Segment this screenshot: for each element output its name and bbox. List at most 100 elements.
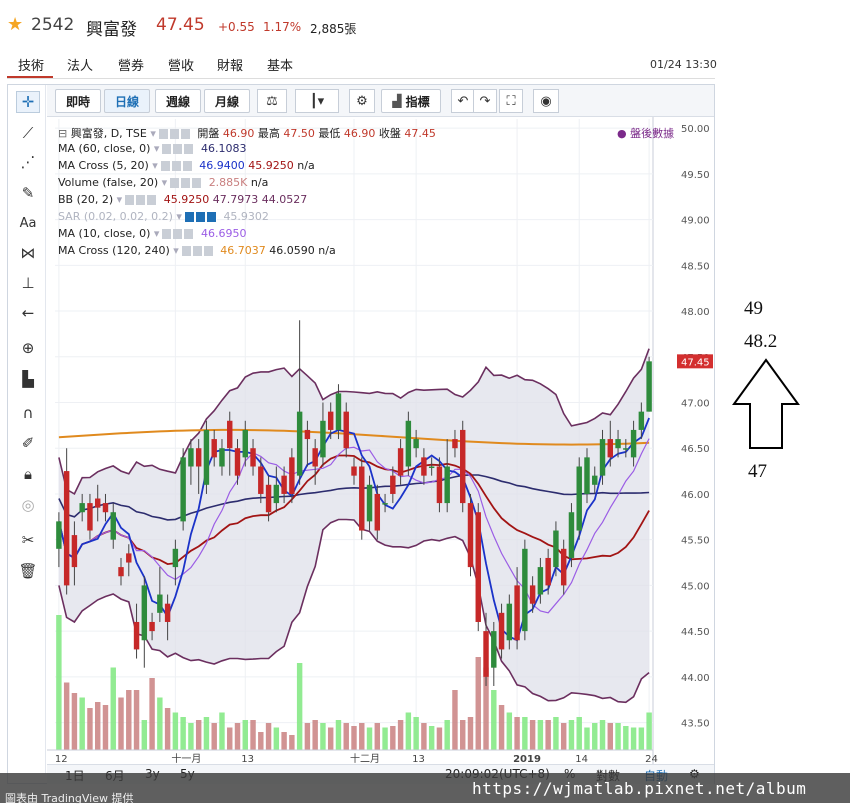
candle-body <box>211 439 217 458</box>
candle-body <box>366 484 373 522</box>
indicators-label: 指標 <box>405 94 430 109</box>
sar-label: SAR (0.02, 0.02, 0.2) <box>58 210 173 223</box>
candle-body <box>219 448 225 467</box>
price-tick-label: 44.00 <box>681 673 710 684</box>
fullscreen-icon[interactable]: ⛶ <box>499 89 523 113</box>
compare-icon[interactable]: ⚖ <box>257 89 287 113</box>
period-monthly-button[interactable]: 月線 <box>204 89 250 113</box>
candle <box>460 420 466 513</box>
ruler-icon[interactable]: ▙ <box>16 368 40 390</box>
candle-body <box>79 503 85 513</box>
legend-buttons[interactable] <box>170 178 203 188</box>
volume-bar <box>133 690 140 750</box>
indicators-icon: ▟ <box>392 94 402 108</box>
period-intraday-button[interactable]: 即時 <box>55 89 101 113</box>
candle <box>467 493 474 577</box>
undo-icon[interactable]: ↶ <box>451 89 475 113</box>
candle-body <box>638 411 645 430</box>
camera-icon[interactable]: ◉ <box>533 89 559 113</box>
volume-bar <box>576 717 582 750</box>
volume-bar <box>102 705 109 750</box>
after-hours-label[interactable]: ● 盤後數據 <box>617 125 674 141</box>
period-weekly-button[interactable]: 週線 <box>155 89 201 113</box>
candle-body <box>514 585 520 641</box>
legend-buttons[interactable] <box>184 212 217 222</box>
volume-bar <box>592 723 598 750</box>
trendline-icon[interactable]: ⟋ <box>16 122 40 144</box>
candle-body <box>452 439 458 449</box>
indicators-button[interactable]: ▟ 指標 <box>381 89 441 113</box>
candle-body <box>141 585 148 641</box>
candle-body <box>149 621 155 632</box>
pattern-icon[interactable]: ⋈ <box>16 242 40 264</box>
volume-bar <box>56 615 62 750</box>
candle-body <box>436 466 443 504</box>
candle-body <box>335 393 342 430</box>
legend-sar: SAR (0.02, 0.02, 0.2) ▾ 45.9302 <box>58 210 269 223</box>
magnet-icon[interactable]: ∩ <box>16 402 40 424</box>
legend-ma60: MA (60, close, 0) ▾ 46.1083 <box>58 142 247 155</box>
price-tick-label: 48.50 <box>681 261 710 272</box>
arrow-left-icon[interactable]: ← <box>16 302 40 324</box>
candle-style-icon[interactable]: ┃▾ <box>295 89 339 113</box>
legend-buttons[interactable] <box>181 246 214 256</box>
volume-bar <box>172 712 179 750</box>
volume-bar <box>273 727 280 750</box>
lock-draw-icon[interactable]: ✐ <box>16 432 40 454</box>
legend-collapse-icon[interactable]: ⊟ <box>58 127 67 140</box>
legend-buttons[interactable] <box>125 195 158 205</box>
drawing-toolbar: ✛ ⟋ ⋰ ✎ Aa ⋈ ⊥ ← ⊕ ▙ ∩ ✐ 🔒︎ ◎ ✂ 🗑︎ <box>8 85 46 773</box>
tab-revenue[interactable]: 營收 <box>168 55 194 74</box>
crosshair-icon[interactable]: ✛ <box>16 91 40 113</box>
fib-icon[interactable]: ⋰ <box>16 151 40 173</box>
favorite-star-icon[interactable]: ★ <box>7 14 23 35</box>
measure-icon[interactable]: ⊥ <box>16 272 40 294</box>
volume-bar <box>359 723 365 750</box>
volume-bar <box>79 697 85 750</box>
bb-label: BB (20, 2) <box>58 193 114 206</box>
candle-body <box>475 512 481 622</box>
lock-icon[interactable]: 🔒︎ <box>16 463 40 485</box>
legend-buttons[interactable] <box>162 229 195 239</box>
redo-icon[interactable]: ↷ <box>473 89 497 113</box>
candle <box>405 411 412 476</box>
open-value: 46.90 <box>222 127 255 140</box>
volume-bar <box>428 726 435 750</box>
brush-icon[interactable]: ✎ <box>16 182 40 204</box>
zoom-icon[interactable]: ⊕ <box>16 337 40 359</box>
legend-buttons[interactable] <box>158 129 191 139</box>
tab-technical[interactable]: 技術 <box>18 55 44 74</box>
candle-body <box>118 567 124 577</box>
ma60-label: MA (60, close, 0) <box>58 142 151 155</box>
trash-icon[interactable]: 🗑︎ <box>16 560 40 582</box>
candle <box>63 448 70 595</box>
candle-body <box>413 439 419 449</box>
tab-institutional[interactable]: 法人 <box>67 55 93 74</box>
candle-body <box>56 521 62 549</box>
ma-cross-na: n/a <box>297 159 315 172</box>
period-daily-button[interactable]: 日線 <box>104 89 150 113</box>
annotation-top: 49 <box>744 298 763 319</box>
remove-icon[interactable]: ✂ <box>16 529 40 551</box>
eye-icon[interactable]: ◎ <box>16 494 40 516</box>
ma240-value: 46.0590 <box>269 244 315 257</box>
candle-body <box>227 420 233 449</box>
candle-body <box>592 475 598 485</box>
legend-buttons[interactable] <box>162 144 195 154</box>
volume-bar <box>452 690 458 750</box>
volume-bar <box>390 726 396 750</box>
candle-body <box>102 503 109 513</box>
trade-volume: 2,885張 <box>310 22 357 36</box>
candle-body <box>529 585 536 604</box>
settings-icon[interactable]: ⚙ <box>349 89 375 113</box>
tab-financials[interactable]: 財報 <box>217 55 243 74</box>
volume-bar <box>498 705 505 750</box>
legend-buttons[interactable] <box>160 161 193 171</box>
candle-body <box>483 631 489 677</box>
candle <box>646 356 652 412</box>
text-icon[interactable]: Aa <box>16 212 40 234</box>
candle-body <box>576 466 582 531</box>
tab-basic[interactable]: 基本 <box>267 55 293 74</box>
tab-margin[interactable]: 營券 <box>118 55 144 74</box>
legend-main: ⊟ 興富發, D, TSE ▾ 開盤 46.90 最高 47.50 最低 46.… <box>58 127 436 140</box>
